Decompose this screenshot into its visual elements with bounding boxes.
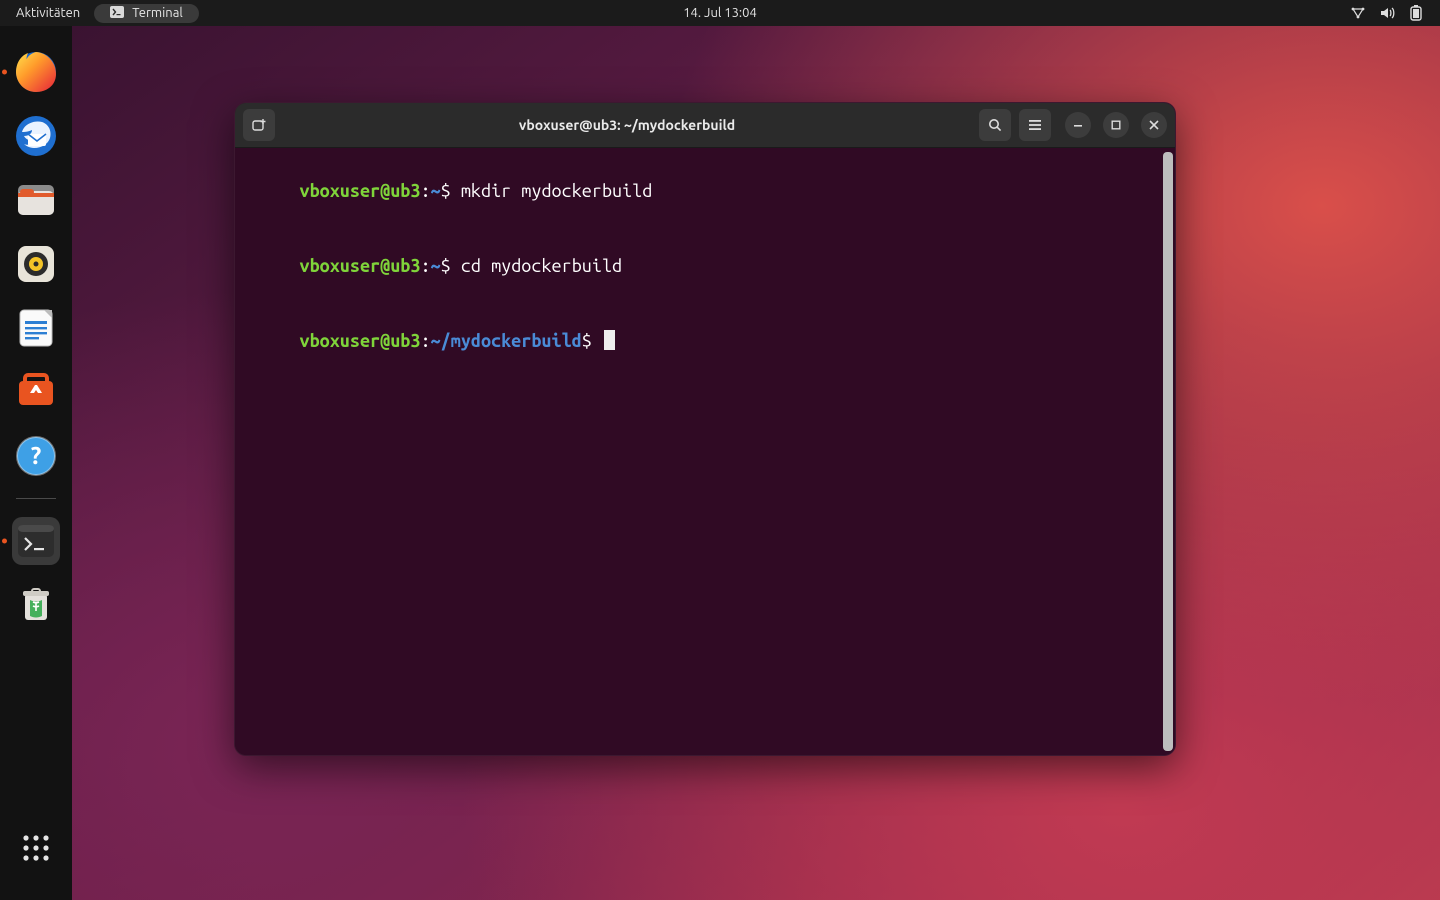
ubuntu-software-icon (15, 371, 57, 413)
search-button[interactable] (979, 109, 1011, 141)
clock[interactable]: 14. Jul 13:04 (683, 6, 757, 20)
trash-icon (16, 585, 56, 625)
dock-separator (16, 498, 56, 499)
command-text: mkdir mydockerbuild (461, 181, 653, 201)
show-applications-icon (20, 832, 52, 864)
dock-item-ubuntu-software[interactable] (12, 368, 60, 416)
prompt-user: vboxuser@ub3 (299, 256, 420, 276)
dock-item-firefox[interactable] (12, 48, 60, 96)
dock-item-terminal[interactable] (12, 517, 60, 565)
svg-text:?: ? (31, 442, 42, 469)
prompt-path: ~ (431, 256, 441, 276)
window-title: vboxuser@ub3: ~/mydockerbuild (283, 117, 971, 133)
terminal-icon (15, 520, 57, 562)
terminal-line: vboxuser@ub3:~/mydockerbuild$ (239, 304, 1171, 379)
prompt-user: vboxuser@ub3 (299, 181, 420, 201)
rhythmbox-icon (15, 243, 57, 285)
dock: ? (0, 26, 72, 900)
terminal-line: vboxuser@ub3:~$ cd mydockerbuild (239, 229, 1171, 304)
close-icon (1148, 119, 1160, 131)
dock-item-trash[interactable] (12, 581, 60, 629)
search-icon (987, 117, 1003, 133)
battery-icon (1410, 5, 1422, 21)
dock-item-files[interactable] (12, 176, 60, 224)
show-applications-button[interactable] (12, 824, 60, 872)
active-app-indicator[interactable]: Terminal (94, 4, 199, 23)
terminal-output[interactable]: vboxuser@ub3:~$ mkdir mydockerbuild vbox… (235, 148, 1175, 755)
hamburger-menu-button[interactable] (1019, 109, 1051, 141)
terminal-scrollbar[interactable] (1163, 152, 1173, 751)
files-icon (15, 179, 57, 221)
new-tab-icon (251, 117, 267, 133)
terminal-window[interactable]: vboxuser@ub3: ~/mydockerbuild (234, 102, 1176, 756)
command-text: cd mydockerbuild (461, 256, 622, 276)
activities-button[interactable]: Aktivitäten (16, 6, 80, 20)
prompt-user: vboxuser@ub3 (299, 331, 420, 351)
terminal-icon (110, 6, 124, 21)
prompt-path: ~/mydockerbuild (431, 331, 582, 351)
network-icon (1350, 6, 1366, 20)
dock-item-thunderbird[interactable] (12, 112, 60, 160)
close-button[interactable] (1141, 112, 1167, 138)
help-icon: ? (15, 435, 57, 477)
active-app-label: Terminal (132, 6, 183, 20)
minimize-button[interactable] (1065, 112, 1091, 138)
hamburger-icon (1027, 117, 1043, 133)
minimize-icon (1072, 119, 1084, 131)
dock-item-libreoffice-writer[interactable] (12, 304, 60, 352)
top-bar: Aktivitäten Terminal 14. Jul 13:04 (0, 0, 1440, 26)
firefox-icon (14, 50, 58, 94)
system-status-area[interactable] (1350, 5, 1440, 21)
new-tab-button[interactable] (243, 109, 275, 141)
libreoffice-writer-icon (15, 307, 57, 349)
terminal-line: vboxuser@ub3:~$ mkdir mydockerbuild (239, 154, 1171, 229)
terminal-cursor (604, 330, 615, 350)
volume-icon (1380, 6, 1396, 20)
maximize-icon (1110, 119, 1122, 131)
dock-item-rhythmbox[interactable] (12, 240, 60, 288)
dock-item-help[interactable]: ? (12, 432, 60, 480)
maximize-button[interactable] (1103, 112, 1129, 138)
prompt-path: ~ (431, 181, 441, 201)
thunderbird-icon (14, 114, 58, 158)
window-titlebar[interactable]: vboxuser@ub3: ~/mydockerbuild (235, 103, 1175, 148)
